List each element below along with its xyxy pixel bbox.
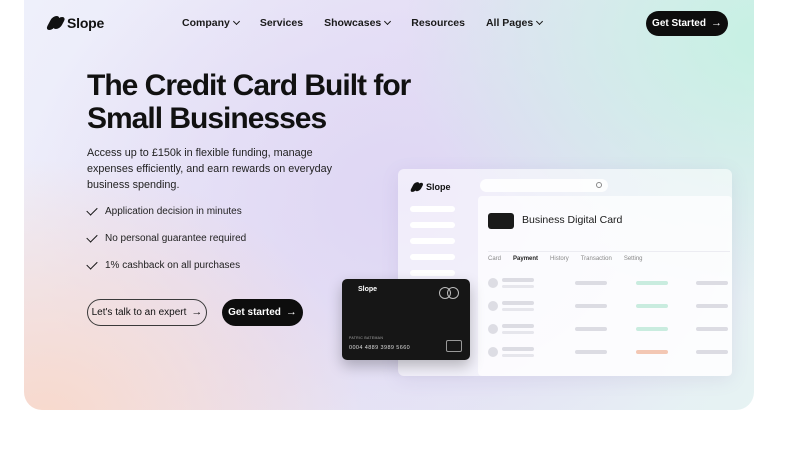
- dashboard-search-bar: [480, 179, 608, 192]
- arrow-right-icon: →: [710, 17, 722, 29]
- headline-line-1: The Credit Card Built for: [87, 69, 411, 102]
- sidebar-placeholder: [410, 270, 455, 276]
- credit-card-image: Slope PATRIC BATEMAN 0004 4889 3989 5660: [342, 279, 470, 360]
- table-row: [488, 300, 730, 314]
- card-brand: Slope: [358, 286, 378, 293]
- checklist-item: Application decision in minutes: [86, 203, 246, 218]
- main-nav: Company Services Showcases Resources All…: [182, 17, 544, 29]
- card-network-icon: [439, 287, 459, 299]
- button-label: Get Started: [652, 18, 706, 29]
- button-label: Let's talk to an expert: [91, 307, 187, 318]
- nav-item-label: Showcases: [324, 17, 382, 29]
- table-row: [488, 323, 730, 337]
- hero-subtext: Access up to £150k in flexible funding, …: [87, 147, 333, 191]
- search-icon: [596, 182, 602, 188]
- headline-line-2: Small Businesses: [87, 102, 327, 135]
- row-placeholder: [502, 301, 534, 305]
- tab-history: History: [550, 256, 569, 262]
- checklist-text: No personal guarantee required: [105, 232, 247, 244]
- chevron-down-icon: [536, 17, 544, 26]
- row-placeholder: [575, 281, 607, 285]
- row-placeholder: [502, 285, 534, 288]
- card-chip-icon: [446, 340, 462, 352]
- sidebar-placeholder: [410, 254, 455, 260]
- status-badge: [636, 281, 668, 285]
- check-icon: [86, 257, 98, 270]
- chevron-down-icon: [384, 17, 392, 26]
- panel-tabs: Card Payment History Transaction Setting: [488, 256, 643, 262]
- check-icon: [86, 230, 98, 243]
- get-started-nav-button[interactable]: Get Started →: [646, 11, 728, 36]
- row-placeholder: [696, 327, 728, 331]
- tab-setting: Setting: [623, 256, 643, 262]
- row-placeholder: [696, 304, 728, 308]
- talk-to-expert-button[interactable]: Let's talk to an expert →: [87, 299, 207, 326]
- checklist-item: 1% cashback on all purchases: [86, 257, 246, 272]
- checklist-item: No personal guarantee required: [86, 230, 247, 245]
- checklist-text: Application decision in minutes: [105, 205, 242, 217]
- row-placeholder: [575, 350, 607, 354]
- nav-item-services[interactable]: Services: [260, 17, 303, 29]
- status-badge: [636, 350, 668, 354]
- row-placeholder: [575, 327, 607, 331]
- row-placeholder: [696, 350, 728, 354]
- row-placeholder: [502, 331, 534, 334]
- card-holder: PATRIC BATEMAN: [349, 336, 384, 340]
- divider: [488, 251, 730, 252]
- hero-section: Slope Company Services Showcases Resourc…: [24, 0, 754, 410]
- avatar: [488, 324, 498, 334]
- tab-payment: Payment: [513, 256, 539, 262]
- brand-name: Slope: [67, 15, 105, 31]
- dashboard-brand: Slope: [426, 182, 451, 192]
- row-placeholder: [502, 324, 534, 328]
- row-placeholder: [502, 278, 534, 282]
- row-placeholder: [575, 304, 607, 308]
- status-badge: [636, 327, 668, 331]
- sidebar-placeholder: [410, 222, 455, 228]
- avatar: [488, 301, 498, 311]
- nav-item-resources[interactable]: Resources: [411, 17, 465, 29]
- sidebar-placeholder: [410, 206, 455, 212]
- nav-item-showcases[interactable]: Showcases: [324, 17, 392, 29]
- dashboard-logo: Slope: [409, 180, 451, 194]
- slope-logo-icon: [409, 182, 425, 192]
- feature-checklist: Application decision in minutes No perso…: [86, 203, 247, 272]
- button-label: Get started: [228, 307, 281, 318]
- sidebar-placeholder: [410, 238, 455, 244]
- checklist-text: 1% cashback on all purchases: [105, 259, 241, 271]
- row-placeholder: [502, 354, 534, 357]
- nav-item-label: All Pages: [485, 17, 534, 29]
- row-placeholder: [696, 281, 728, 285]
- avatar: [488, 347, 498, 357]
- hero-headline: The Credit Card Built for Small Business…: [87, 69, 437, 135]
- panel-title: Business Digital Card: [522, 214, 623, 226]
- nav-item-label: Resources: [411, 17, 465, 29]
- row-placeholder: [502, 308, 534, 311]
- nav-item-label: Services: [259, 17, 304, 29]
- table-row: [488, 277, 730, 291]
- nav-item-company[interactable]: Company: [182, 17, 240, 29]
- slope-logo-icon: [45, 16, 67, 30]
- row-placeholder: [502, 347, 534, 351]
- check-icon: [86, 203, 98, 216]
- chevron-down-icon: [232, 17, 240, 26]
- arrow-right-icon: →: [285, 306, 297, 318]
- get-started-hero-button[interactable]: Get started →: [222, 299, 303, 326]
- avatar: [488, 278, 498, 288]
- card-thumbnail: [488, 213, 514, 229]
- nav-item-label: Company: [182, 17, 230, 29]
- arrow-right-icon: →: [191, 306, 203, 318]
- card-panel: Business Digital Card Card Payment Histo…: [478, 196, 732, 376]
- status-badge: [636, 304, 668, 308]
- brand-logo[interactable]: Slope: [45, 15, 105, 31]
- tab-card: Card: [488, 256, 502, 262]
- card-number: 0004 4889 3989 5660: [349, 345, 411, 351]
- table-row: [488, 346, 730, 360]
- tab-transaction: Transaction: [580, 256, 612, 262]
- nav-item-all-pages[interactable]: All Pages: [485, 17, 544, 29]
